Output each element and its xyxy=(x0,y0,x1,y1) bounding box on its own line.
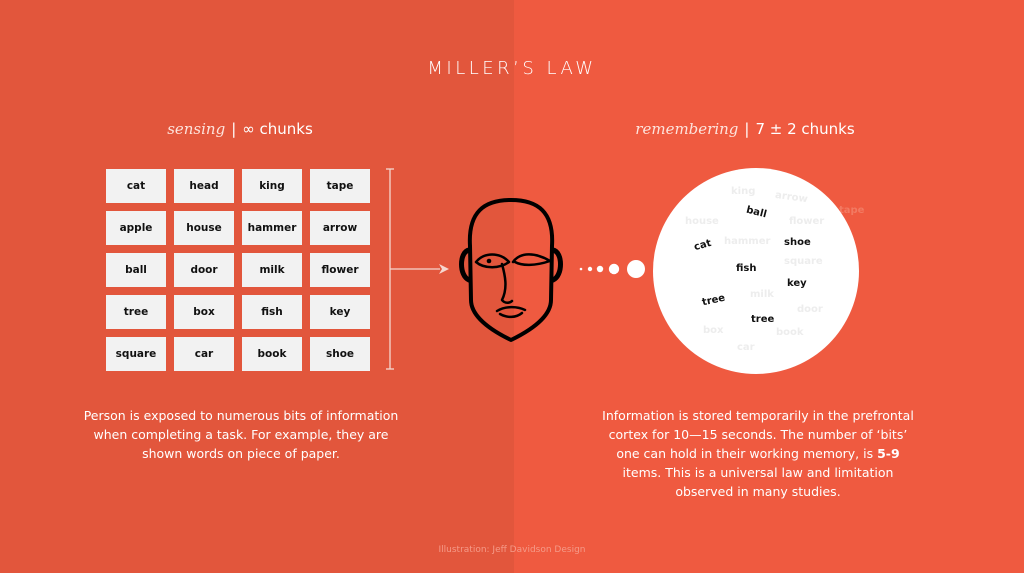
illustration-credit: Illustration: Jeff Davidson Design xyxy=(438,545,586,555)
sensing-description: Person is exposed to numerous bits of in… xyxy=(83,408,399,461)
description-text: items. This is a universal law and limit… xyxy=(622,465,894,499)
faded-word: car xyxy=(737,342,755,353)
memory-bubble: king arrow house flower hammer square mi… xyxy=(653,168,859,374)
remembered-word: tree xyxy=(701,292,727,309)
remembered-word: tree xyxy=(751,314,775,325)
faded-word: king xyxy=(731,186,756,197)
description-text: Information is stored temporarily in the… xyxy=(602,408,914,461)
faded-word: arrow xyxy=(774,189,809,206)
faded-word: hammer xyxy=(724,236,771,247)
faded-word: book xyxy=(776,327,804,338)
remembered-word: ball xyxy=(744,204,768,221)
arrow-right-icon xyxy=(390,264,449,274)
faded-word: door xyxy=(797,304,823,315)
faded-word: milk xyxy=(750,289,774,300)
remembered-word: key xyxy=(787,278,807,289)
faded-word: flower xyxy=(789,216,825,227)
faded-word: house xyxy=(685,216,719,227)
description-highlight: 5-9 xyxy=(877,446,900,461)
faded-word: box xyxy=(703,325,724,336)
face-icon xyxy=(459,198,563,342)
faded-word: square xyxy=(784,256,823,267)
faded-word: tape xyxy=(839,205,865,216)
remembered-word: shoe xyxy=(784,237,811,248)
thought-dots-icon xyxy=(579,260,645,278)
remembered-word: cat xyxy=(692,237,713,254)
remembering-description: Information is stored temporarily in the… xyxy=(598,406,918,501)
remembered-word: fish xyxy=(736,263,757,274)
